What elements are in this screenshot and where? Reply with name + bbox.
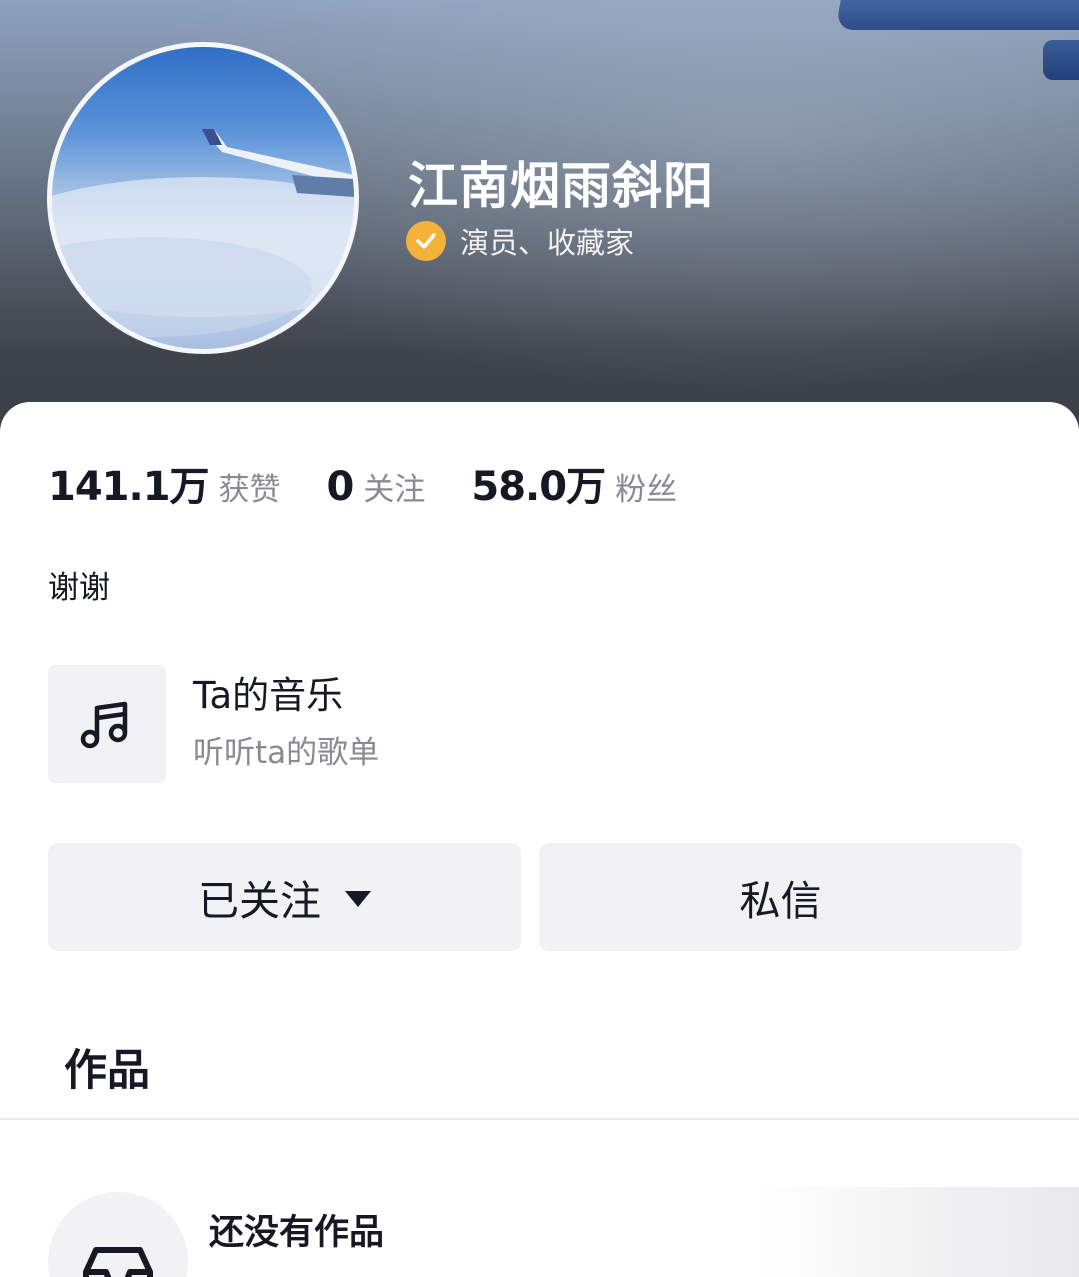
corner-fade <box>759 1187 1079 1277</box>
stat-following-number: 0 <box>326 464 355 510</box>
followed-button-label: 已关注 <box>198 877 321 925</box>
message-button-label: 私信 <box>739 877 822 925</box>
avatar[interactable] <box>47 42 359 354</box>
stat-followers[interactable]: 58.0万 粉丝 <box>471 454 677 512</box>
profile-cover: 江南烟雨斜阳 演员、收藏家 <box>0 0 1079 440</box>
profile-card: 141.1万 获赞 0 关注 58.0万 粉丝 谢谢 Ta的音乐 听听ta的歌单… <box>0 402 1079 1277</box>
message-button[interactable]: 私信 <box>539 843 1022 951</box>
cover-wing <box>835 0 1079 30</box>
empty-box-icon <box>83 1247 153 1277</box>
stat-following-label: 关注 <box>363 472 426 508</box>
bio-text: 谢谢 <box>48 570 110 606</box>
music-text: Ta的音乐 听听ta的歌单 <box>193 670 379 778</box>
verify-row: 演员、收藏家 <box>406 220 634 262</box>
empty-state-icon-wrap <box>48 1192 188 1277</box>
stat-likes[interactable]: 141.1万 获赞 <box>48 454 281 512</box>
verified-check-icon <box>406 221 446 261</box>
stats-row: 141.1万 获赞 0 关注 58.0万 粉丝 <box>48 454 723 512</box>
verify-text: 演员、收藏家 <box>460 226 635 260</box>
tab-divider <box>0 1118 1079 1120</box>
music-subtitle: 听听ta的歌单 <box>193 735 380 771</box>
empty-state-title: 还没有作品 <box>209 1213 385 1253</box>
stat-likes-number: 141.1万 <box>48 464 210 510</box>
stat-likes-label: 获赞 <box>218 472 281 508</box>
stat-followers-label: 粉丝 <box>615 472 678 508</box>
music-entry[interactable]: Ta的音乐 听听ta的歌单 <box>48 664 748 784</box>
music-thumb <box>48 665 166 783</box>
tab-works[interactable]: 作品 <box>64 1036 150 1098</box>
stat-followers-number: 58.0万 <box>471 464 606 510</box>
profile-page: 江南烟雨斜阳 演员、收藏家 141.1万 获赞 0 关注 58.0万 粉丝 谢谢… <box>0 0 1079 1277</box>
caret-down-icon <box>345 891 371 907</box>
music-title: Ta的音乐 <box>193 674 344 717</box>
stat-following[interactable]: 0 关注 <box>327 464 426 510</box>
username: 江南烟雨斜阳 <box>408 157 714 215</box>
followed-button[interactable]: 已关注 <box>48 843 521 951</box>
avatar-image <box>52 129 354 337</box>
cover-engine <box>1043 40 1079 80</box>
music-note-icon <box>80 701 128 749</box>
